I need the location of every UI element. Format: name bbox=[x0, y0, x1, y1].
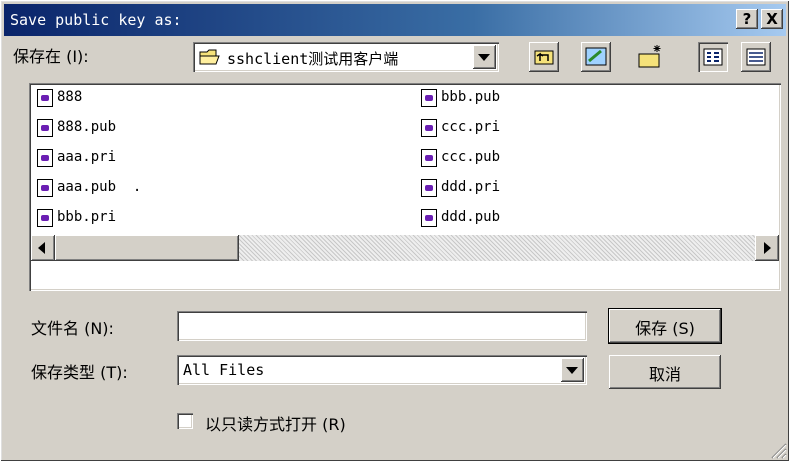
file-list[interactable]: 888 888.pub aaa.pri aaa.pub . bbb.pri bb… bbox=[29, 83, 781, 291]
file-item[interactable]: 888.pub bbox=[37, 117, 116, 141]
title-bar[interactable]: Save public key as: ? X bbox=[4, 4, 786, 36]
file-icon bbox=[37, 209, 53, 227]
file-item[interactable]: ccc.pub bbox=[421, 147, 500, 171]
cancel-button[interactable]: 取消 bbox=[609, 355, 721, 389]
file-icon bbox=[421, 89, 437, 107]
scroll-thumb[interactable] bbox=[55, 235, 239, 261]
filetype-label: 保存类型 (T): bbox=[31, 363, 128, 382]
up-folder-button[interactable] bbox=[529, 42, 559, 72]
window-title: Save public key as: bbox=[10, 11, 182, 29]
details-view-button[interactable] bbox=[741, 42, 771, 72]
file-icon bbox=[421, 209, 437, 227]
chevron-down-icon bbox=[566, 367, 578, 374]
file-icon bbox=[37, 89, 53, 107]
up-folder-icon bbox=[534, 50, 554, 65]
readonly-checkbox[interactable] bbox=[177, 413, 193, 429]
file-item[interactable]: bbb.pri bbox=[37, 207, 116, 231]
chevron-down-icon bbox=[478, 54, 490, 61]
location-combo[interactable]: sshclient测试用客户端 bbox=[193, 42, 499, 72]
folder-icon bbox=[199, 49, 220, 65]
save-dialog: Save public key as: ? X 保存在 (I): sshclie… bbox=[0, 0, 790, 462]
close-button[interactable]: X bbox=[761, 9, 783, 29]
desktop-button[interactable] bbox=[581, 42, 611, 72]
horizontal-scrollbar[interactable] bbox=[31, 235, 779, 261]
file-icon bbox=[421, 179, 437, 197]
file-item[interactable]: aaa.pri bbox=[37, 147, 116, 171]
desktop-icon bbox=[585, 47, 607, 66]
location-value: sshclient测试用客户端 bbox=[227, 50, 399, 68]
file-icon bbox=[421, 119, 437, 137]
filename-input-box[interactable] bbox=[177, 311, 587, 341]
chevron-left-icon bbox=[38, 242, 45, 254]
filetype-dropdown-button[interactable] bbox=[561, 358, 584, 382]
file-icon bbox=[37, 179, 53, 197]
file-item[interactable]: ddd.pri bbox=[421, 177, 500, 201]
location-label: 保存在 (I): bbox=[13, 47, 89, 66]
chevron-right-icon bbox=[764, 242, 771, 254]
file-icon bbox=[421, 149, 437, 167]
file-item[interactable]: ddd.pub bbox=[421, 207, 500, 231]
readonly-label: 以只读方式打开 (R) bbox=[205, 415, 346, 434]
save-button[interactable]: 保存 (S) bbox=[609, 309, 721, 343]
scroll-right-button[interactable] bbox=[755, 235, 779, 261]
list-view-icon bbox=[703, 48, 723, 66]
file-item[interactable]: aaa.pub . bbox=[37, 177, 141, 201]
new-folder-icon bbox=[638, 45, 661, 68]
details-view-icon bbox=[746, 48, 766, 66]
filename-input[interactable] bbox=[181, 315, 585, 339]
scroll-left-button[interactable] bbox=[31, 235, 55, 261]
help-button[interactable]: ? bbox=[736, 9, 758, 29]
filetype-combo[interactable]: All Files bbox=[177, 355, 587, 385]
file-item[interactable]: ccc.pri bbox=[421, 117, 500, 141]
location-dropdown-button[interactable] bbox=[473, 45, 496, 69]
list-view-button[interactable] bbox=[698, 42, 728, 72]
file-item[interactable]: bbb.pub bbox=[421, 87, 500, 111]
file-icon bbox=[37, 119, 53, 137]
file-icon bbox=[37, 149, 53, 167]
filetype-value: All Files bbox=[183, 361, 265, 379]
size-grip-icon[interactable] bbox=[769, 441, 787, 459]
new-folder-button[interactable] bbox=[635, 42, 665, 72]
filename-label: 文件名 (N): bbox=[31, 319, 114, 338]
file-item[interactable]: 888 bbox=[37, 87, 88, 111]
